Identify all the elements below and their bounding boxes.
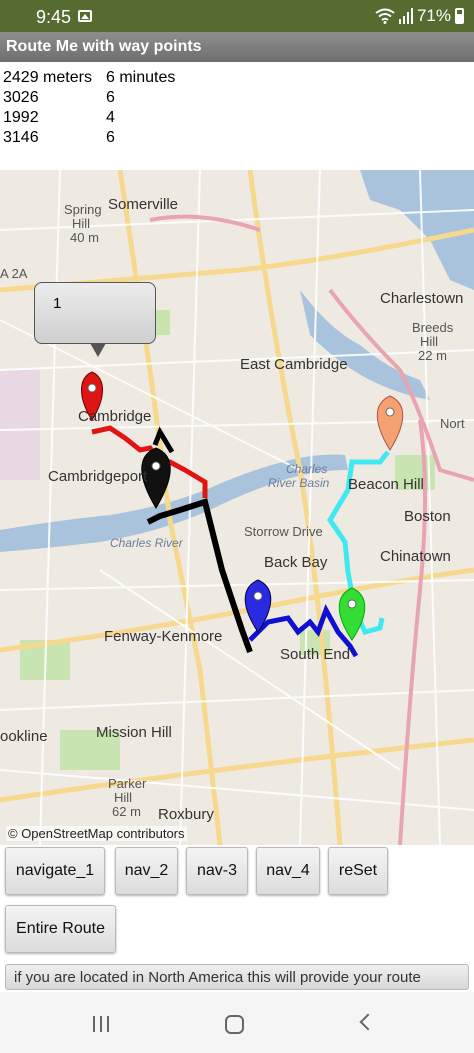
map-label-parker-hill: Parker — [108, 776, 147, 791]
map-label-parker-elev: 62 m — [112, 804, 141, 819]
map-label-chinatown: Chinatown — [380, 548, 451, 565]
route-info: 2429 meters 6 minutes 3026 6 1992 4 3146… — [3, 68, 175, 148]
route-row: 3146 6 — [3, 128, 175, 148]
map-view[interactable]: Somerville Spring Hill 40 m A 2A Charles… — [0, 170, 474, 845]
map-label-breeds-hill-2: Hill — [420, 334, 439, 349]
map-label-spring-hill: Spring — [64, 202, 102, 217]
map-label-boston: Boston — [404, 508, 451, 525]
back-icon[interactable] — [359, 1013, 377, 1031]
map-label-route-2a: A 2A — [0, 266, 28, 281]
map-label-cambridgeport: Cambridgeport — [48, 468, 148, 485]
route-distance: 2429 meters — [3, 69, 92, 86]
route-distance: 3026 — [3, 89, 39, 106]
map-label-mission-hill: Mission Hill — [96, 724, 172, 741]
nav-4-button[interactable]: nav_4 — [256, 847, 320, 895]
map-label-charlestown: Charlestown — [380, 290, 464, 307]
map-base — [0, 170, 474, 845]
battery-percent: 71% — [416, 6, 451, 25]
app-title-bar: Route Me with way points — [0, 32, 474, 62]
reset-button[interactable]: reSet — [328, 847, 388, 895]
green-marker — [338, 587, 366, 641]
callout-text: 1 — [53, 295, 62, 312]
route-row: 3026 6 — [3, 88, 175, 108]
info-strip-text: if you are located in North America this… — [14, 969, 421, 986]
map-label-charles-river: Charles River — [110, 536, 183, 550]
map-label-roxbury: Roxbury — [158, 806, 214, 823]
map-label-charles-river-basin: Charles — [286, 462, 328, 476]
wifi-icon — [375, 8, 395, 24]
map-label-cambridge: Cambridge — [78, 408, 152, 425]
info-strip[interactable]: if you are located in North America this… — [5, 964, 469, 990]
status-icons: 71% — [375, 6, 464, 26]
route-row: 2429 meters 6 minutes — [3, 68, 175, 88]
nav-2-button[interactable]: nav_2 — [115, 847, 178, 895]
map-label-east-cambridge: East Cambridge — [240, 356, 348, 373]
map-label-parker-hill-2: Hill — [114, 790, 133, 805]
map-label-back-bay: Back Bay — [264, 554, 328, 571]
status-bar: 9:45 71% — [0, 0, 474, 32]
map-label-fenway-kenmore: Fenway-Kenmore — [104, 628, 223, 645]
recent-apps-icon[interactable] — [93, 1016, 111, 1032]
map-label-breeds-hill: Breeds — [412, 320, 454, 335]
map-label-charles-river-basin-2: River Basin — [268, 476, 330, 490]
map-label-spring-hill-elev: 40 m — [70, 230, 99, 245]
map-label-storrow: Storrow Drive — [244, 524, 323, 539]
home-icon[interactable] — [225, 1015, 244, 1034]
signal-icon — [398, 8, 413, 24]
orange-marker — [376, 395, 404, 451]
battery-icon — [455, 8, 464, 24]
route-distance: 3146 — [3, 129, 39, 146]
entire-route-button[interactable]: Entire Route — [5, 905, 116, 953]
map-label-somerville: Somerville — [108, 196, 179, 213]
map-label-brookline: ookline — [0, 728, 48, 745]
route-time: 6 minutes — [106, 69, 176, 86]
system-nav-bar — [0, 992, 474, 1053]
image-notification-icon — [78, 10, 92, 22]
map-label-beacon-hill: Beacon Hill — [348, 476, 424, 493]
marker-callout[interactable]: 1 — [34, 282, 156, 344]
route-time: 6 — [106, 89, 115, 106]
map-label-south-end: South End — [280, 646, 351, 663]
status-time: 9:45 — [36, 7, 72, 27]
navigate-1-button[interactable]: navigate_1 — [5, 847, 105, 895]
map-label-breeds-elev: 22 m — [418, 348, 447, 363]
route-time: 6 — [106, 129, 115, 146]
app-title: Route Me with way points — [6, 38, 202, 55]
callout-tail — [90, 343, 106, 357]
route-row: 1992 4 — [3, 108, 175, 128]
nav-3-button[interactable]: nav-3 — [186, 847, 248, 895]
route-distance: 1992 — [3, 109, 39, 126]
route-time: 4 — [106, 109, 115, 126]
map-attribution[interactable]: © OpenStreetMap contributors — [6, 826, 187, 841]
map-label-north: Nort — [440, 416, 465, 431]
map-label-spring-hill-2: Hill — [72, 216, 91, 231]
